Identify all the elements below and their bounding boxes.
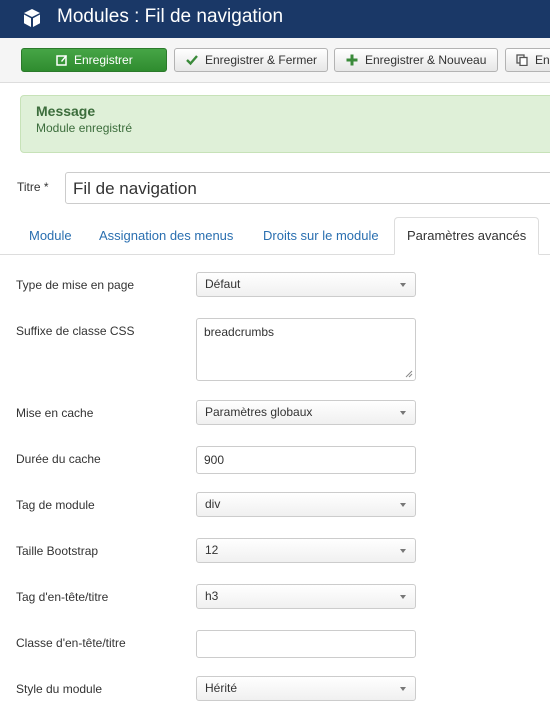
message-heading: Message bbox=[36, 103, 96, 119]
css-suffix-label: Suffixe de classe CSS bbox=[16, 324, 135, 338]
header-class-input[interactable] bbox=[196, 630, 416, 658]
message-text: Module enregistré bbox=[36, 121, 133, 135]
css-suffix-textarea[interactable]: breadcrumbs bbox=[196, 318, 416, 381]
edit-icon bbox=[56, 55, 67, 66]
caret-down-icon bbox=[400, 503, 406, 507]
layout-label: Type de mise en page bbox=[16, 278, 135, 292]
save-close-button[interactable]: Enregistrer & Fermer bbox=[174, 48, 328, 72]
plus-icon bbox=[346, 54, 358, 66]
page-header: Modules : Fil de navigation bbox=[0, 0, 550, 38]
module-tag-label: Tag de module bbox=[16, 498, 95, 512]
module-tag-select[interactable]: div bbox=[196, 492, 416, 517]
save-button[interactable]: Enregistrer bbox=[21, 48, 167, 72]
save-new-button[interactable]: Enregistrer & Nouveau bbox=[334, 48, 498, 72]
layout-select-value: Défaut bbox=[205, 277, 241, 291]
module-style-select[interactable]: Hérité bbox=[196, 676, 416, 701]
save-new-button-label: Enregistrer & Nouveau bbox=[365, 53, 487, 67]
title-label: Titre * bbox=[17, 180, 49, 194]
cache-time-label: Durée du cache bbox=[16, 452, 101, 466]
save-close-button-label: Enregistrer & Fermer bbox=[205, 53, 318, 67]
copy-icon bbox=[516, 54, 528, 66]
module-style-select-value: Hérité bbox=[205, 681, 238, 695]
module-style-label: Style du module bbox=[16, 682, 103, 696]
success-message: Message Module enregistré bbox=[20, 95, 550, 153]
tab-advanced[interactable]: Paramètres avancés bbox=[394, 217, 540, 255]
module-tag-select-value: div bbox=[205, 497, 221, 511]
caret-down-icon bbox=[400, 283, 406, 287]
caching-select-value: Paramètres globaux bbox=[205, 405, 313, 419]
header-tag-label: Tag d'en-tête/titre bbox=[16, 590, 109, 604]
title-input[interactable]: Fil de navigation bbox=[65, 172, 550, 204]
header-tag-select[interactable]: h3 bbox=[196, 584, 416, 609]
check-icon bbox=[186, 55, 198, 66]
caching-select[interactable]: Paramètres globaux bbox=[196, 400, 416, 425]
cube-icon bbox=[24, 9, 40, 27]
caching-label: Mise en cache bbox=[16, 406, 94, 420]
tab-module-permissions[interactable]: Droits sur le module bbox=[263, 218, 379, 254]
header-class-label: Classe d'en-tête/titre bbox=[16, 636, 126, 650]
bootstrap-size-select-value: 12 bbox=[205, 543, 219, 557]
css-suffix-value: breadcrumbs bbox=[204, 325, 275, 339]
resize-grip-icon[interactable] bbox=[405, 370, 413, 378]
save-copy-button[interactable]: En bbox=[505, 48, 550, 72]
caret-down-icon bbox=[400, 687, 406, 691]
cache-time-input[interactable]: 900 bbox=[196, 446, 416, 474]
tab-menu-assignment[interactable]: Assignation des menus bbox=[99, 218, 233, 254]
save-copy-button-label: En bbox=[535, 53, 550, 67]
caret-down-icon bbox=[400, 411, 406, 415]
bootstrap-size-label: Taille Bootstrap bbox=[16, 544, 99, 558]
header-tag-select-value: h3 bbox=[205, 589, 219, 603]
layout-select[interactable]: Défaut bbox=[196, 272, 416, 297]
caret-down-icon bbox=[400, 595, 406, 599]
caret-down-icon bbox=[400, 549, 406, 553]
tab-module[interactable]: Module bbox=[29, 218, 72, 254]
page-title: Modules : Fil de navigation bbox=[57, 6, 284, 27]
save-button-label: Enregistrer bbox=[74, 53, 133, 67]
bootstrap-size-select[interactable]: 12 bbox=[196, 538, 416, 563]
